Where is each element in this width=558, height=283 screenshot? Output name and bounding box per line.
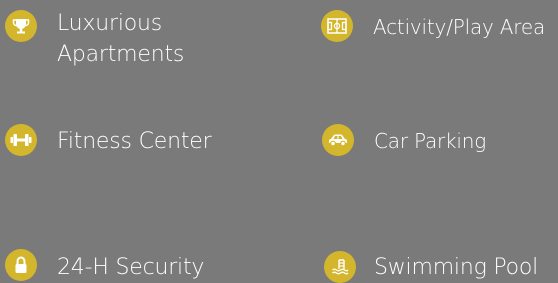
amenity-label: Activity/Play Area xyxy=(373,15,546,39)
amenity-label: Fitness Center xyxy=(57,129,212,154)
amenity-label-line2: Apartments xyxy=(57,42,185,67)
amenity-label: 24-H Security xyxy=(57,255,205,280)
play-area-icon xyxy=(321,10,353,42)
amenities-panel: { "amenities": [ { "label_line1": "Luxur… xyxy=(0,0,558,283)
amenity-label: Swimming Pool xyxy=(374,255,539,280)
amenity-label: Car Parking xyxy=(374,129,487,153)
swimming-pool-icon xyxy=(324,251,356,283)
trophy-icon xyxy=(5,10,37,42)
car-icon xyxy=(322,124,354,156)
dumbbell-icon xyxy=(5,124,37,156)
amenity-label-line1: Luxurious xyxy=(57,11,162,36)
lock-icon xyxy=(5,249,37,281)
